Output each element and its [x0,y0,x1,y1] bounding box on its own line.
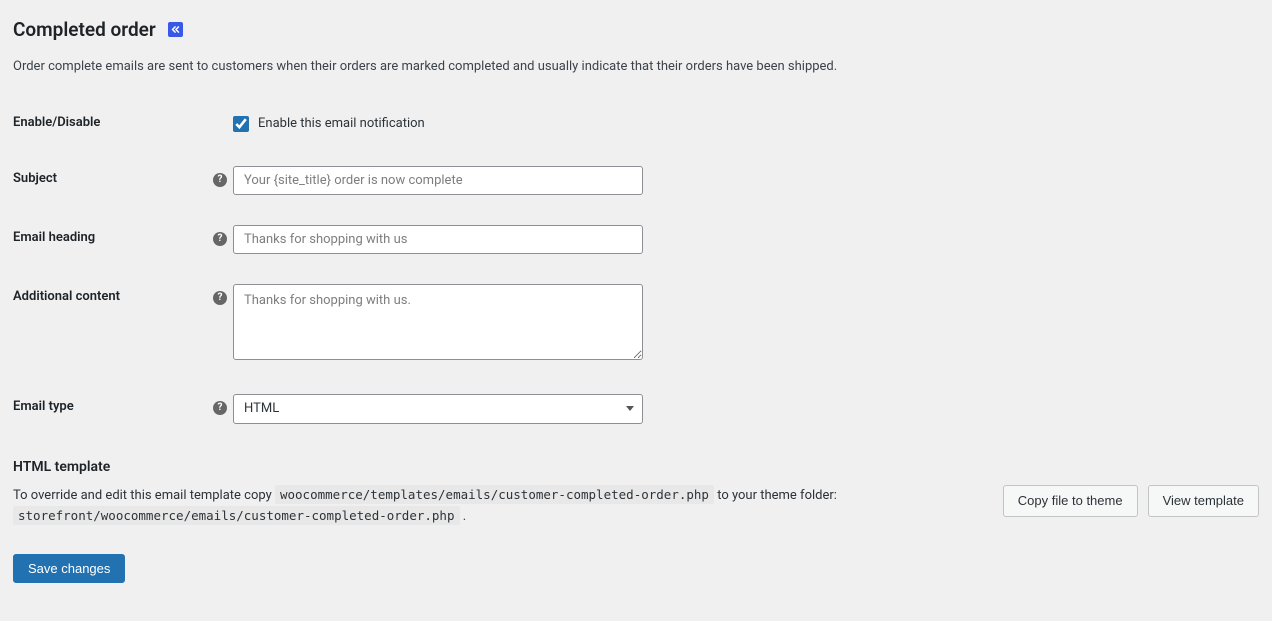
template-row: To override and edit this email template… [13,485,1259,529]
subject-input[interactable] [233,166,643,195]
page-title: Completed order [13,10,1259,41]
additional-content-input[interactable] [233,284,643,360]
enable-checkbox[interactable] [233,116,249,132]
chevron-down-icon [626,406,634,411]
template-section-heading: HTML template [13,459,1259,475]
page-title-text: Completed order [13,18,156,41]
email-type-selected: HTML [244,401,279,416]
settings-form: Enable/Disable Enable this email notific… [13,95,1259,439]
help-icon[interactable] [213,173,227,187]
template-source-path: woocommerce/templates/emails/customer-co… [275,485,714,504]
template-override-text: To override and edit this email template… [13,485,973,529]
copy-file-button[interactable]: Copy file to theme [1003,485,1138,517]
page-description: Order complete emails are sent to custom… [13,57,1259,77]
enable-checkbox-wrapper[interactable]: Enable this email notification [233,110,425,132]
help-icon[interactable] [213,401,227,415]
help-icon[interactable] [213,232,227,246]
heading-label: Email heading [13,210,233,269]
subject-label: Subject [13,151,233,210]
template-dest-path: storefront/woocommerce/emails/customer-c… [13,506,460,525]
help-icon[interactable] [213,291,227,305]
email-type-select[interactable]: HTML [233,394,643,424]
view-template-button[interactable]: View template [1148,485,1259,517]
email-type-label: Email type [13,379,233,439]
heading-input[interactable] [233,225,643,254]
template-actions: Copy file to theme View template [1003,485,1259,517]
enable-checkbox-text: Enable this email notification [258,116,425,131]
enable-label: Enable/Disable [13,95,233,151]
save-button[interactable]: Save changes [13,554,125,583]
additional-label: Additional content [13,269,233,379]
back-icon[interactable] [168,22,183,37]
